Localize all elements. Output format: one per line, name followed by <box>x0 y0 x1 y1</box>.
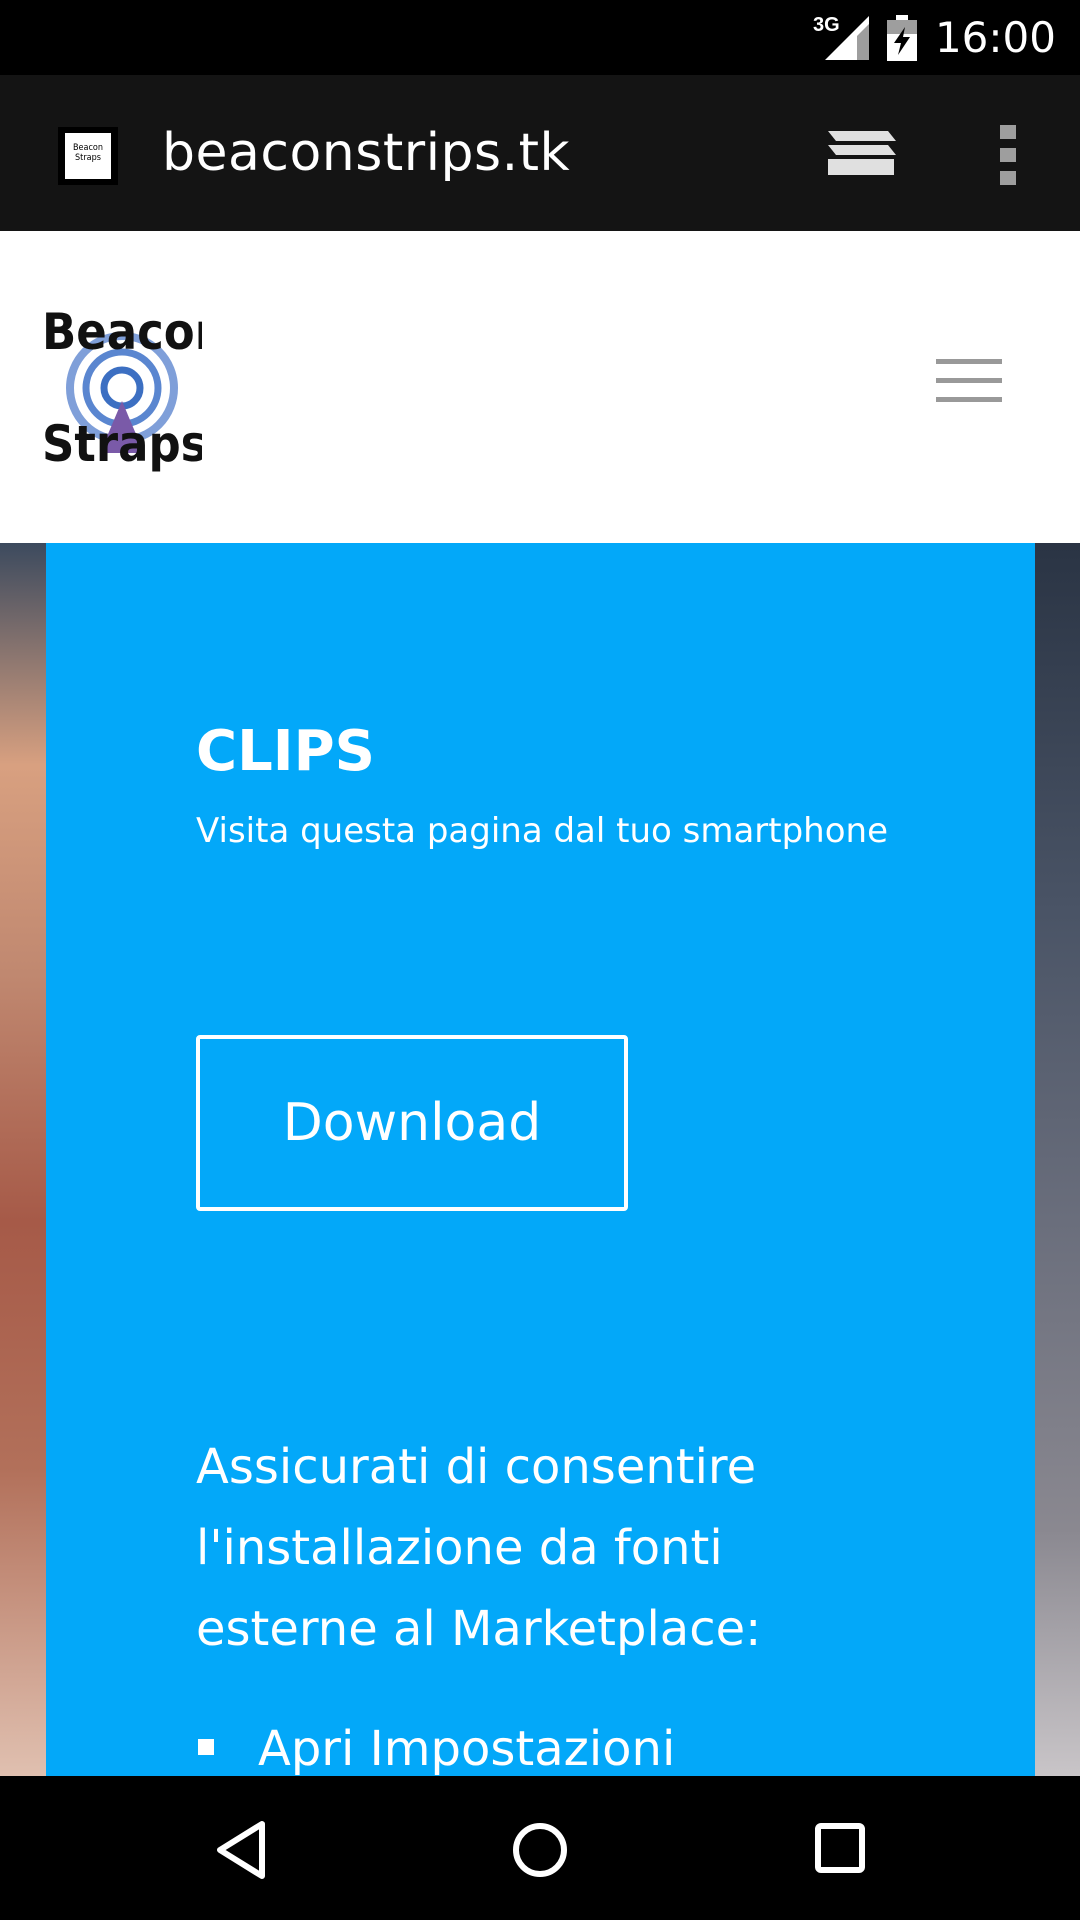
signal-icon <box>824 15 869 60</box>
browser-toolbar: Beacon Straps beaconstrips.tk <box>0 75 1080 231</box>
status-bar: 3G 16:00 <box>0 0 1080 75</box>
favicon-image: Beacon Straps <box>65 133 111 179</box>
favicon-text-line2: Straps <box>75 153 101 163</box>
clips-card: CLIPS Visita questa pagina dal tuo smart… <box>46 543 1035 1776</box>
bullet-icon <box>198 1739 214 1755</box>
install-instructions: Assicurati di consentire l'installazione… <box>196 1439 762 1657</box>
hero-background: CLIPS Visita questa pagina dal tuo smart… <box>0 543 1080 1776</box>
recents-icon[interactable] <box>814 1820 866 1876</box>
beacon-straps-logo[interactable]: Beacon Straps <box>42 303 202 473</box>
card-title: CLIPS <box>196 719 375 784</box>
hamburger-icon[interactable] <box>936 359 1002 403</box>
logo-text-straps: Straps <box>42 415 202 473</box>
hero-image-left <box>0 543 46 1776</box>
signal-indicator: 3G <box>813 14 869 60</box>
list-item: Apri Impostazioni <box>196 1719 675 1776</box>
site-favicon[interactable]: Beacon Straps <box>58 127 118 185</box>
system-nav-bar <box>0 1776 1080 1920</box>
hamburger-line <box>936 359 1002 364</box>
overflow-menu-icon[interactable] <box>996 123 1020 187</box>
hero-image-right <box>1034 543 1080 1776</box>
site-header: Beacon Straps <box>0 231 1080 543</box>
download-button[interactable]: Download <box>196 1035 628 1211</box>
step-text: Apri Impostazioni <box>258 1721 676 1776</box>
clock: 16:00 <box>934 13 1056 62</box>
home-icon[interactable] <box>512 1820 568 1880</box>
url-bar[interactable]: beaconstrips.tk <box>162 123 570 183</box>
web-page: Beacon Straps CLIPS Visita questa pagina… <box>0 231 1080 1776</box>
battery-charging-icon <box>886 14 917 61</box>
steps-list: Apri Impostazioni <box>196 1719 675 1776</box>
hamburger-line <box>936 397 1002 402</box>
logo-text-beacon: Beacon <box>42 303 202 361</box>
status-icons: 3G 16:00 <box>813 0 1056 75</box>
favicon-text-line1: Beacon <box>72 143 104 153</box>
hamburger-line <box>936 378 1002 383</box>
tabs-icon[interactable] <box>826 125 898 179</box>
back-icon[interactable] <box>214 1820 268 1880</box>
card-subtitle: Visita questa pagina dal tuo smartphone <box>196 811 889 851</box>
